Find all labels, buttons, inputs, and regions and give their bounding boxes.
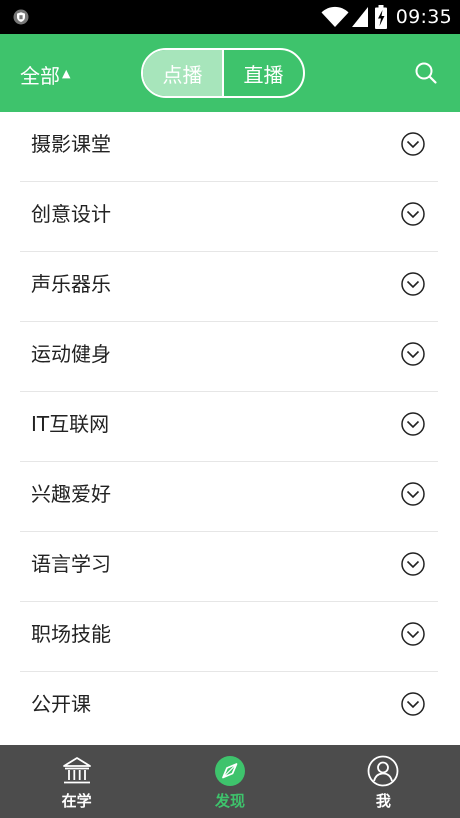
category-list: 摄影课堂 创意设计 声乐器乐 运动健身 IT互联网 兴趣爱好 语言学习 职场技能… bbox=[0, 112, 460, 742]
category-label: 职场技能 bbox=[31, 622, 111, 646]
category-item[interactable]: 语言学习 bbox=[20, 532, 438, 602]
nav-item-discover[interactable]: 发现 bbox=[153, 745, 306, 818]
chevron-down-circle-icon[interactable] bbox=[401, 482, 425, 506]
wifi-icon bbox=[321, 6, 349, 28]
nav-label: 我 bbox=[375, 792, 391, 810]
caret-up-icon: ▲ bbox=[62, 67, 71, 80]
institution-icon bbox=[61, 755, 93, 787]
app-header: 全部 ▲ 点播 直播 bbox=[0, 34, 460, 112]
category-label: 创意设计 bbox=[31, 202, 111, 226]
chevron-down-circle-icon[interactable] bbox=[401, 342, 425, 366]
category-label: 公开课 bbox=[31, 692, 91, 716]
category-item[interactable]: IT互联网 bbox=[20, 392, 438, 462]
category-label: 摄影课堂 bbox=[31, 132, 111, 156]
nav-label: 在学 bbox=[61, 792, 92, 810]
category-label: 语言学习 bbox=[31, 552, 111, 576]
category-item[interactable]: 运动健身 bbox=[20, 322, 438, 392]
search-icon[interactable] bbox=[414, 61, 438, 85]
status-time: 09:35 bbox=[395, 6, 452, 28]
shield-icon bbox=[13, 9, 29, 25]
category-label: 声乐器乐 bbox=[31, 272, 111, 296]
chevron-down-circle-icon[interactable] bbox=[401, 272, 425, 296]
app-screen: 09:35 全部 ▲ 点播 直播 摄影课堂 创意设计 声乐器乐 运动健身 IT互… bbox=[0, 0, 460, 818]
category-item[interactable]: 摄影课堂 bbox=[20, 112, 438, 182]
nav-item-studying[interactable]: 在学 bbox=[0, 745, 153, 818]
user-icon bbox=[367, 755, 399, 787]
category-item[interactable]: 职场技能 bbox=[20, 602, 438, 672]
category-label: 运动健身 bbox=[31, 342, 111, 366]
category-filter-button[interactable]: 全部 ▲ bbox=[20, 60, 70, 89]
status-icons: 09:35 bbox=[321, 0, 452, 34]
nav-item-me[interactable]: 我 bbox=[307, 745, 460, 818]
category-label: 兴趣爱好 bbox=[31, 482, 111, 506]
tab-live[interactable]: 直播 bbox=[222, 50, 303, 96]
compass-icon bbox=[214, 755, 246, 787]
chevron-down-circle-icon[interactable] bbox=[401, 132, 425, 156]
battery-charging-icon bbox=[374, 5, 387, 29]
chevron-down-circle-icon[interactable] bbox=[401, 412, 425, 436]
category-item[interactable]: 创意设计 bbox=[20, 182, 438, 252]
bottom-nav: 在学 发现 我 bbox=[0, 745, 460, 818]
status-bar: 09:35 bbox=[0, 0, 460, 34]
category-item[interactable]: 声乐器乐 bbox=[20, 252, 438, 322]
chevron-down-circle-icon[interactable] bbox=[401, 202, 425, 226]
signal-icon bbox=[351, 6, 369, 28]
chevron-down-circle-icon[interactable] bbox=[401, 692, 425, 716]
nav-label: 发现 bbox=[214, 792, 245, 810]
chevron-down-circle-icon[interactable] bbox=[401, 552, 425, 576]
chevron-down-circle-icon[interactable] bbox=[401, 622, 425, 646]
category-item[interactable]: 公开课 bbox=[20, 672, 438, 742]
category-filter-label: 全部 bbox=[20, 64, 60, 88]
category-item[interactable]: 兴趣爱好 bbox=[20, 462, 438, 532]
content-type-switch: 点播 直播 bbox=[141, 48, 305, 98]
category-label: IT互联网 bbox=[31, 412, 110, 436]
tab-on-demand[interactable]: 点播 bbox=[143, 50, 222, 96]
